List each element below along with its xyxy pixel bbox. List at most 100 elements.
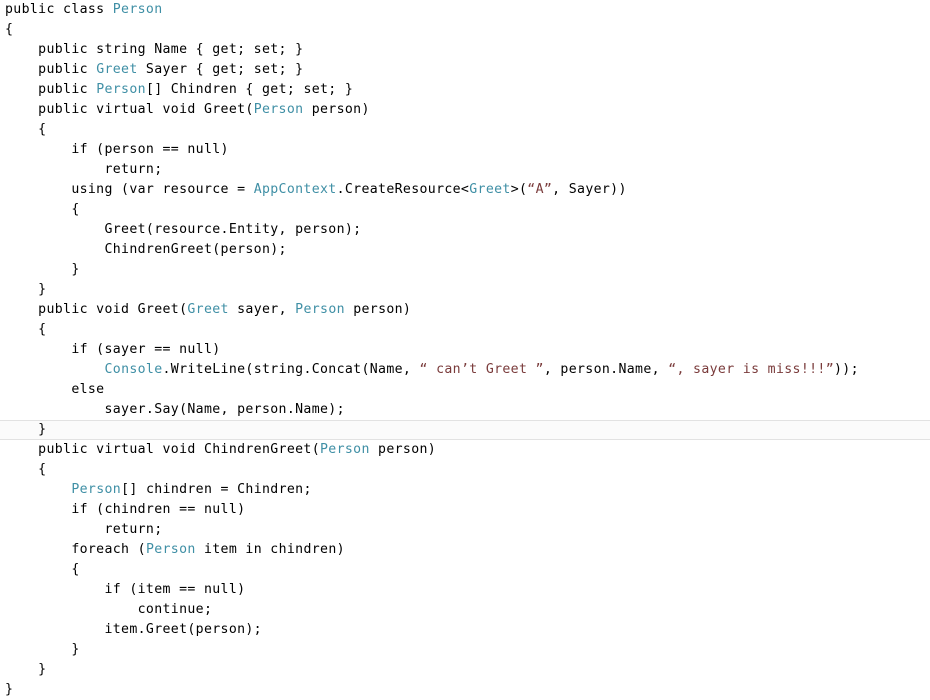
code-token-plain: >( [510, 182, 528, 197]
code-token-plain: { [5, 462, 47, 477]
code-token-type: AppContext [253, 182, 337, 197]
code-token-plain: , Sayer)) [552, 182, 627, 197]
code-token-plain: if (sayer == null) [5, 342, 221, 357]
code-token-type: Person [295, 302, 345, 317]
code-token-plain: if (person == null) [5, 142, 229, 157]
code-token-type: Person [112, 2, 163, 17]
code-token-plain: } [5, 262, 80, 277]
code-token-plain: public [5, 62, 97, 77]
code-token-plain: } [5, 682, 14, 697]
code-line[interactable]: public virtual void Greet(Person person) [0, 100, 930, 120]
code-line[interactable]: Console.WriteLine(string.Concat(Name, “ … [0, 360, 930, 380]
code-token-type: Person [320, 442, 370, 457]
code-token-type: Person [145, 542, 196, 557]
code-line[interactable]: if (sayer == null) [0, 340, 930, 360]
code-token-plain: { [5, 122, 47, 137]
code-token-type: Person [71, 482, 122, 497]
code-token-plain: .WriteLine(string.Concat(Name, [162, 362, 420, 377]
code-token-plain: sayer, [228, 302, 296, 317]
code-token-plain: .CreateResource< [336, 182, 470, 197]
code-line[interactable]: continue; [0, 600, 930, 620]
code-token-type: Greet [187, 302, 229, 317]
code-line[interactable]: item.Greet(person); [0, 620, 930, 640]
code-token-string: “ can’t Greet ” [419, 362, 544, 377]
code-line[interactable]: if (chindren == null) [0, 500, 930, 520]
code-token-plain: using (var resource = [5, 182, 254, 197]
code-token-plain: public [5, 82, 97, 97]
code-token-plain: person) [369, 442, 437, 457]
code-token-plain: foreach ( [5, 542, 146, 557]
code-token-plain: } [5, 282, 47, 297]
code-editor-surface[interactable]: public class Person { public string Name … [0, 0, 930, 697]
code-token-plain: continue; [5, 602, 213, 617]
code-token-type: Console [104, 362, 163, 377]
code-token-plain: { [5, 202, 80, 217]
code-line[interactable]: public class Person [0, 0, 930, 20]
code-line[interactable]: { [0, 460, 930, 480]
code-token-plain: { [5, 22, 14, 37]
code-line[interactable]: return; [0, 520, 930, 540]
code-line[interactable]: if (item == null) [0, 580, 930, 600]
code-line[interactable]: if (person == null) [0, 140, 930, 160]
code-token-plain: public virtual void ChindrenGreet( [5, 442, 321, 457]
code-token-plain: sayer.Say(Name, person.Name); [5, 402, 345, 417]
code-line[interactable]: public Greet Sayer { get; set; } [0, 60, 930, 80]
code-token-plain: [] chindren = Chindren; [121, 482, 312, 497]
code-line[interactable]: Greet(resource.Entity, person); [0, 220, 930, 240]
code-line[interactable]: } [0, 280, 930, 300]
code-token-plain: if (chindren == null) [5, 502, 246, 517]
code-line[interactable]: else [0, 380, 930, 400]
code-token-plain: )); [833, 362, 859, 377]
code-token-plain: , person.Name, [543, 362, 669, 377]
code-line[interactable]: public void Greet(Greet sayer, Person pe… [0, 300, 930, 320]
code-line[interactable]: { [0, 200, 930, 220]
code-token-plain: } [5, 642, 80, 657]
code-token-type: Greet [96, 62, 138, 77]
code-token-type: Person [96, 82, 146, 97]
code-token-plain: return; [5, 162, 163, 177]
code-token-plain: public class [5, 2, 113, 17]
code-token-string: “A” [527, 182, 553, 197]
code-line[interactable]: return; [0, 160, 930, 180]
code-token-plain: return; [5, 522, 163, 537]
code-token-plain: person) [303, 102, 370, 117]
code-token-type: Person [253, 102, 304, 117]
code-token-plain: { [5, 322, 47, 337]
code-token-plain: ChindrenGreet(person); [5, 242, 287, 257]
code-token-plain: public string Name { get; set; } [5, 42, 304, 57]
code-line-current[interactable]: } [0, 420, 930, 440]
code-token-plain: Sayer { get; set; } [137, 62, 304, 77]
code-token-type: Greet [469, 182, 511, 197]
code-line[interactable]: } [0, 680, 930, 700]
code-token-plain: else [5, 382, 105, 397]
code-line[interactable]: sayer.Say(Name, person.Name); [0, 400, 930, 420]
code-line[interactable]: Person[] chindren = Chindren; [0, 480, 930, 500]
code-line[interactable]: { [0, 20, 930, 40]
code-line[interactable]: using (var resource = AppContext.CreateR… [0, 180, 930, 200]
code-token-plain: if (item == null) [5, 582, 246, 597]
code-line[interactable]: { [0, 560, 930, 580]
code-token-plain: public void Greet( [5, 302, 188, 317]
code-line[interactable]: } [0, 640, 930, 660]
code-line[interactable]: ChindrenGreet(person); [0, 240, 930, 260]
code-line[interactable]: foreach (Person item in chindren) [0, 540, 930, 560]
code-line[interactable]: { [0, 120, 930, 140]
code-line[interactable]: public string Name { get; set; } [0, 40, 930, 60]
code-token-plain: Greet(resource.Entity, person); [5, 222, 362, 237]
code-line[interactable]: public Person[] Chindren { get; set; } [0, 80, 930, 100]
code-line[interactable]: } [0, 660, 930, 680]
code-token-plain: person) [344, 302, 412, 317]
code-line[interactable]: public virtual void ChindrenGreet(Person… [0, 440, 930, 460]
code-token-plain: item in chindren) [195, 542, 345, 557]
code-token-plain: item.Greet(person); [5, 622, 262, 637]
code-token-plain: [] Chindren { get; set; } [145, 82, 354, 97]
code-token-plain: public virtual void Greet( [5, 102, 254, 117]
code-line[interactable]: } [0, 260, 930, 280]
code-token-plain: { [5, 562, 80, 577]
code-line[interactable]: { [0, 320, 930, 340]
code-token-string: “, sayer is miss!!!” [668, 362, 834, 377]
code-token-plain: } [5, 422, 47, 437]
code-token-plain: } [5, 662, 47, 677]
